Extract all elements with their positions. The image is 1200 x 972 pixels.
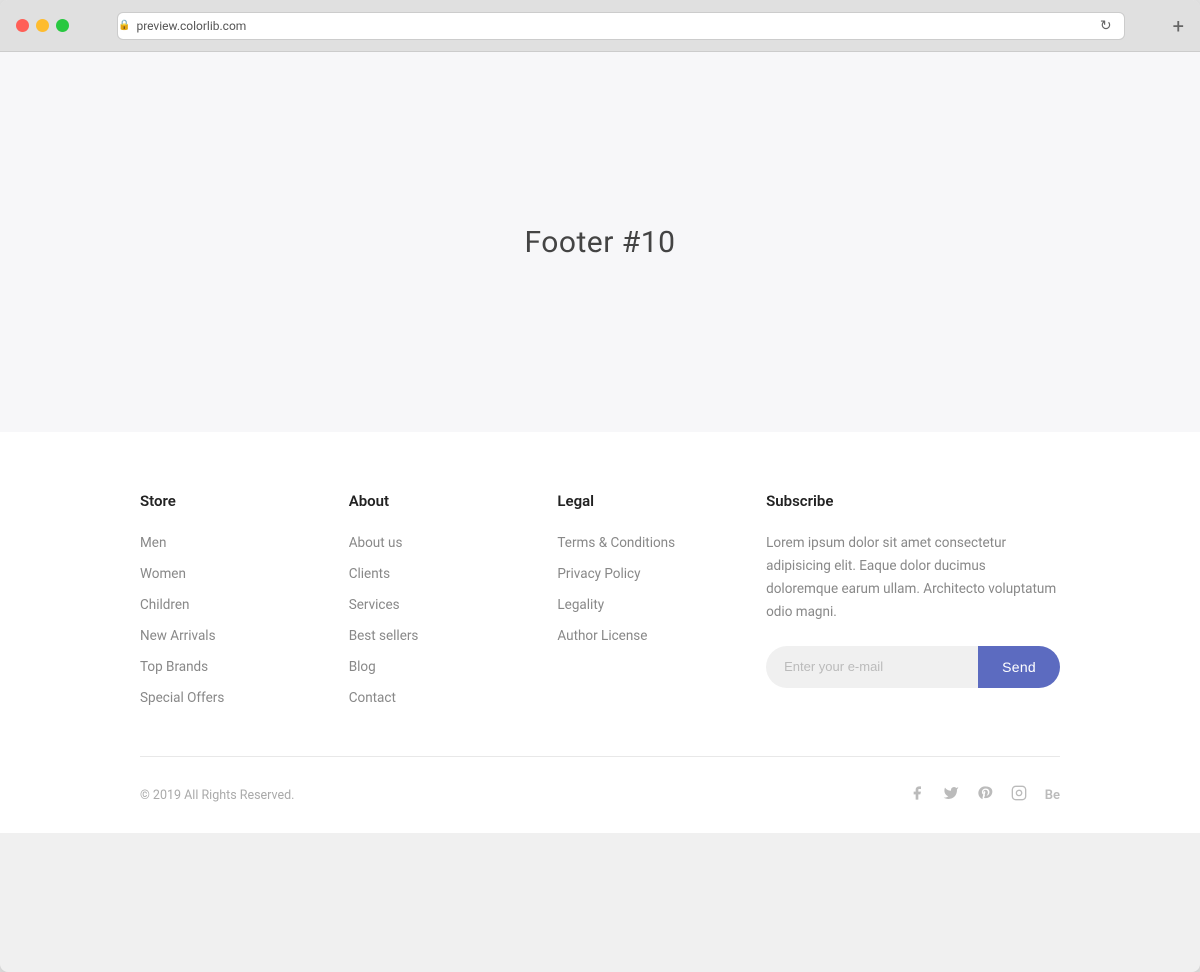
subscribe-form: Send xyxy=(766,646,1060,688)
footer-inner: Store Men Women Children New Arrivals To… xyxy=(100,492,1100,833)
footer-columns: Store Men Women Children New Arrivals To… xyxy=(140,492,1060,756)
legal-link-author-license[interactable]: Author License xyxy=(557,628,647,644)
list-item: Legality xyxy=(557,594,766,613)
browser-titlebar: 🔒 preview.colorlib.com ↻ + xyxy=(0,0,1200,52)
twitter-icon[interactable] xyxy=(943,785,959,805)
pinterest-icon[interactable] xyxy=(977,785,993,805)
legal-link-terms[interactable]: Terms & Conditions xyxy=(557,535,675,551)
store-links: Men Women Children New Arrivals Top Bran… xyxy=(140,532,349,706)
list-item: Clients xyxy=(349,563,558,582)
url-text: preview.colorlib.com xyxy=(136,19,246,33)
browser-window: 🔒 preview.colorlib.com ↻ + Footer #10 St… xyxy=(0,0,1200,972)
about-link-blog[interactable]: Blog xyxy=(349,659,376,675)
page-content: Footer #10 Store Men Women Children New … xyxy=(0,52,1200,833)
about-links: About us Clients Services Best sellers B… xyxy=(349,532,558,706)
facebook-icon[interactable] xyxy=(909,785,925,805)
footer-column-about: About About us Clients Services Best sel… xyxy=(349,492,558,706)
close-button[interactable] xyxy=(16,19,29,32)
list-item: Contact xyxy=(349,687,558,706)
about-link-clients[interactable]: Clients xyxy=(349,566,390,582)
list-item: Top Brands xyxy=(140,656,349,675)
traffic-lights xyxy=(16,19,69,32)
store-link-women[interactable]: Women xyxy=(140,566,186,582)
store-link-top-brands[interactable]: Top Brands xyxy=(140,659,208,675)
list-item: New Arrivals xyxy=(140,625,349,644)
refresh-button[interactable]: ↻ xyxy=(1100,18,1112,34)
footer-column-subscribe: Subscribe Lorem ipsum dolor sit amet con… xyxy=(766,492,1060,706)
subscribe-heading: Subscribe xyxy=(766,492,1060,510)
about-link-about-us[interactable]: About us xyxy=(349,535,403,551)
hero-section: Footer #10 xyxy=(0,52,1200,432)
copyright-text: © 2019 All Rights Reserved. xyxy=(140,788,294,803)
lock-icon: 🔒 xyxy=(118,20,130,31)
store-heading: Store xyxy=(140,492,349,510)
list-item: Blog xyxy=(349,656,558,675)
list-item: Best sellers xyxy=(349,625,558,644)
hero-title: Footer #10 xyxy=(524,225,675,260)
subscribe-description: Lorem ipsum dolor sit amet consectetur a… xyxy=(766,532,1060,624)
list-item: Privacy Policy xyxy=(557,563,766,582)
about-link-contact[interactable]: Contact xyxy=(349,690,396,706)
list-item: Women xyxy=(140,563,349,582)
legal-links: Terms & Conditions Privacy Policy Legali… xyxy=(557,532,766,644)
list-item: Terms & Conditions xyxy=(557,532,766,551)
instagram-icon[interactable] xyxy=(1011,785,1027,805)
send-button[interactable]: Send xyxy=(978,646,1060,688)
list-item: Special Offers xyxy=(140,687,349,706)
about-link-services[interactable]: Services xyxy=(349,597,400,613)
legal-link-legality[interactable]: Legality xyxy=(557,597,604,613)
list-item: Men xyxy=(140,532,349,551)
maximize-button[interactable] xyxy=(56,19,69,32)
email-input[interactable] xyxy=(766,646,978,688)
footer: Store Men Women Children New Arrivals To… xyxy=(0,432,1200,833)
list-item: Author License xyxy=(557,625,766,644)
list-item: Services xyxy=(349,594,558,613)
store-link-children[interactable]: Children xyxy=(140,597,189,613)
about-link-best-sellers[interactable]: Best sellers xyxy=(349,628,419,644)
store-link-special-offers[interactable]: Special Offers xyxy=(140,690,224,706)
behance-icon[interactable]: Be xyxy=(1045,788,1060,803)
about-heading: About xyxy=(349,492,558,510)
legal-heading: Legal xyxy=(557,492,766,510)
address-bar[interactable]: 🔒 preview.colorlib.com ↻ xyxy=(117,12,1125,40)
footer-column-store: Store Men Women Children New Arrivals To… xyxy=(140,492,349,706)
social-icons: Be xyxy=(909,785,1060,805)
legal-link-privacy[interactable]: Privacy Policy xyxy=(557,566,640,582)
list-item: About us xyxy=(349,532,558,551)
footer-column-legal: Legal Terms & Conditions Privacy Policy … xyxy=(557,492,766,706)
footer-bottom: © 2019 All Rights Reserved. xyxy=(140,756,1060,833)
store-link-men[interactable]: Men xyxy=(140,535,166,551)
minimize-button[interactable] xyxy=(36,19,49,32)
store-link-new-arrivals[interactable]: New Arrivals xyxy=(140,628,216,644)
list-item: Children xyxy=(140,594,349,613)
new-tab-button[interactable]: + xyxy=(1173,16,1184,36)
